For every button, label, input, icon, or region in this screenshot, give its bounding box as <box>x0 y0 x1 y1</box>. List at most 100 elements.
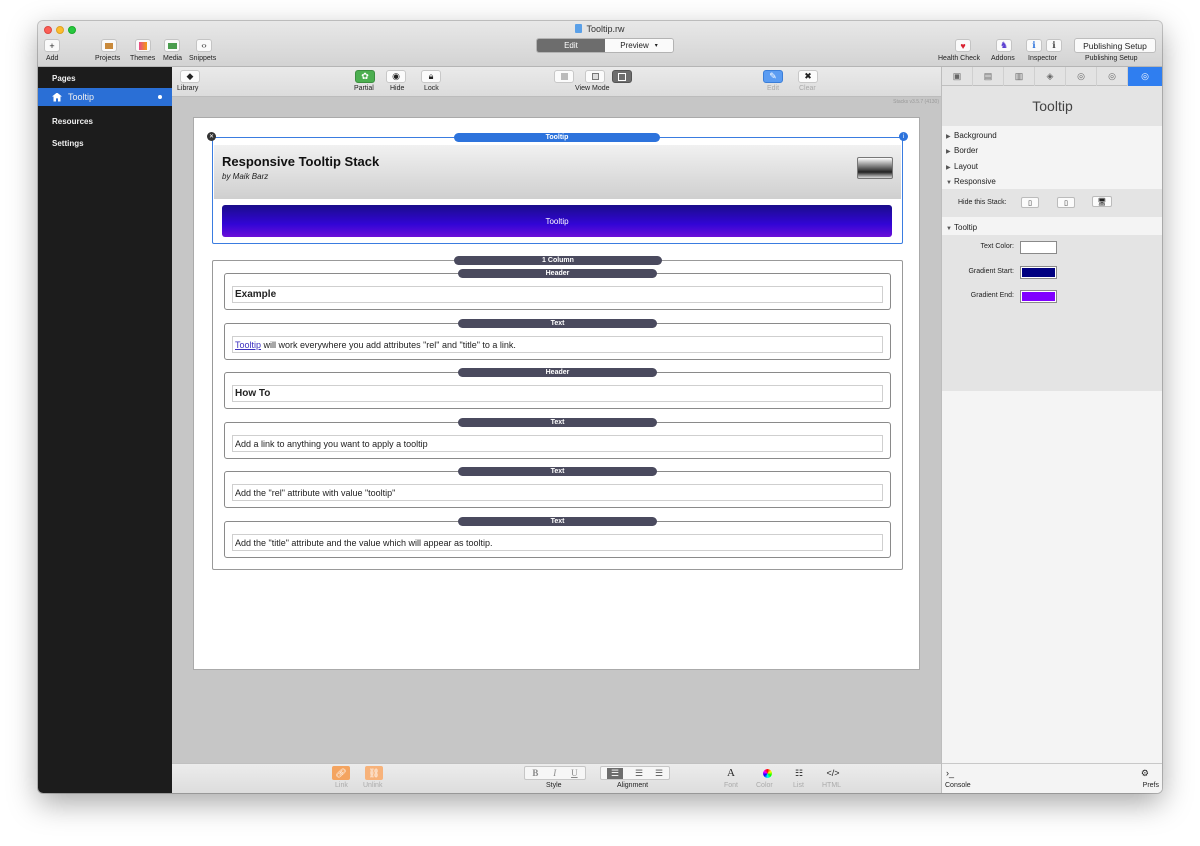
sliders-icon[interactable]: ⚙︎ <box>1141 768 1149 779</box>
link-button[interactable]: 🔗︎ <box>332 766 350 780</box>
tab-stack[interactable]: ◎ <box>1066 67 1097 86</box>
list-icon: ☷ <box>794 767 804 778</box>
app-window: Tooltip.rw + Add Projects Themes Media ‹… <box>38 21 1162 793</box>
header-stack[interactable]: Header Example <box>224 269 891 310</box>
text-stack-tag[interactable]: Text <box>458 467 657 476</box>
tab-page[interactable]: ▣ <box>942 67 973 86</box>
health-check-button[interactable]: ♥ <box>955 39 971 52</box>
prefs-label[interactable]: Prefs <box>1143 782 1159 789</box>
projects-button[interactable] <box>101 39 117 52</box>
stack-tag[interactable]: Tooltip <box>454 133 660 142</box>
column-stack-tag[interactable]: 1 Column <box>454 256 662 265</box>
view-mode-small-button[interactable] <box>554 70 574 83</box>
style-label: Style <box>546 782 562 789</box>
header-stack-tag[interactable]: Header <box>458 368 657 377</box>
view-mode-large-button[interactable] <box>612 70 632 83</box>
sidebar-item-tooltip[interactable]: Tooltip <box>38 88 172 106</box>
console-label[interactable]: Console <box>945 782 971 789</box>
preview-mode-button[interactable]: Preview ▾ <box>605 39 673 52</box>
hide-button[interactable]: ◉ <box>386 70 406 83</box>
text-stack[interactable]: Text Add a link to anything you want to … <box>224 418 891 459</box>
header-text[interactable]: Example <box>232 286 883 303</box>
terminal-icon[interactable]: ›_ <box>946 768 954 778</box>
hide-phone-button[interactable]: ▯ <box>1021 197 1039 208</box>
text-color-swatch[interactable] <box>1020 241 1057 254</box>
lock-button[interactable]: 🔒︎ <box>421 70 441 83</box>
text-stack[interactable]: Text Tooltip will work everywhere you ad… <box>224 319 891 360</box>
media-button[interactable] <box>164 39 180 52</box>
align-right-icon[interactable]: ☰ <box>655 768 663 779</box>
sidebar-header-pages: Pages <box>52 73 76 83</box>
section-responsive[interactable]: ▼ Responsive <box>946 177 996 186</box>
color-button[interactable] <box>759 766 775 780</box>
edit-mode-button[interactable]: Edit <box>537 39 605 52</box>
text-stack-tag[interactable]: Text <box>458 319 657 328</box>
stack-author: by Maik Barz <box>222 172 269 181</box>
partial-button[interactable]: ✿ <box>355 70 375 83</box>
tooltip-preview-button[interactable]: Tooltip <box>222 205 892 237</box>
themes-button[interactable] <box>135 39 151 52</box>
sidebar-item-settings[interactable]: Settings <box>38 134 172 152</box>
edit-stack-button[interactable]: ✎ <box>763 70 783 83</box>
text-stack-tag[interactable]: Text <box>458 418 657 427</box>
text-stack[interactable]: Text Add the "title" attribute and the v… <box>224 517 891 558</box>
text-field[interactable]: Add a link to anything you want to apply… <box>232 435 883 452</box>
delete-stack-icon[interactable]: ✕ <box>207 132 216 141</box>
tab-header[interactable]: ▥ <box>1004 67 1035 86</box>
inspector-button[interactable]: ℹ <box>1046 39 1062 52</box>
gradient-start-swatch[interactable] <box>1020 266 1057 279</box>
italic-icon[interactable]: I <box>553 768 556 778</box>
section-layout[interactable]: ▶ Layout <box>946 162 978 171</box>
sidebar-item-resources[interactable]: Resources <box>38 112 172 130</box>
addons-button[interactable]: ♞ <box>996 39 1012 52</box>
tooltip-link[interactable]: Tooltip <box>235 340 261 350</box>
gradient-end-swatch[interactable] <box>1020 290 1057 303</box>
font-button[interactable]: A <box>723 766 739 780</box>
view-mode-medium-button[interactable] <box>585 70 605 83</box>
info-button[interactable]: ℹ <box>1026 39 1042 52</box>
tab-layout[interactable]: ▤ <box>973 67 1004 86</box>
header-stack-tag[interactable]: Header <box>458 269 657 278</box>
section-tooltip[interactable]: ▼ Tooltip <box>946 223 977 232</box>
header-text[interactable]: How To <box>232 385 883 402</box>
section-border[interactable]: ▶ Border <box>946 146 978 155</box>
inspector-tabs: ▣ ▤ ▥ ◈ ◎ ◎ ◎ <box>942 67 1162 86</box>
tab-custom-settings[interactable]: ◎ <box>1128 67 1162 86</box>
text-stack-tag[interactable]: Text <box>458 517 657 526</box>
add-button[interactable]: + <box>44 39 60 52</box>
lock-icon: 🔒︎ <box>428 71 434 81</box>
version-label: Stacks v3.5.7 (4130) <box>893 99 939 105</box>
bold-icon[interactable]: B <box>532 768 538 778</box>
text-field[interactable]: Tooltip will work everywhere you add att… <box>232 336 883 353</box>
text-field[interactable]: Add the "title" attribute and the value … <box>232 534 883 551</box>
underline-icon[interactable]: U <box>571 768 578 778</box>
library-label: Library <box>177 85 199 92</box>
tooltip-stack[interactable]: ✕ Tooltip i Responsive Tooltip Stack by … <box>207 132 908 244</box>
list-button[interactable]: ☷ <box>791 766 807 780</box>
unlink-button[interactable]: ⛓︎ <box>365 766 383 780</box>
tab-settings[interactable]: ◎ <box>1097 67 1128 86</box>
title-bar: Tooltip.rw + Add Projects Themes Media ‹… <box>38 21 1162 67</box>
align-left-icon[interactable]: ☰ <box>606 767 624 779</box>
gradient-end-label: Gradient End: <box>970 292 1014 299</box>
home-icon <box>52 92 62 102</box>
text-field[interactable]: Add the "rel" attribute with value "tool… <box>232 484 883 501</box>
text-stack[interactable]: Text Add the "rel" attribute with value … <box>224 467 891 508</box>
publishing-setup-button[interactable]: Publishing Setup <box>1074 38 1156 53</box>
align-center-icon[interactable]: ☰ <box>635 768 643 779</box>
hide-tablet-button[interactable]: ▯ <box>1057 197 1075 208</box>
section-background[interactable]: ▶ Background <box>946 131 997 140</box>
media-label: Media <box>163 55 183 62</box>
tab-meta[interactable]: ◈ <box>1035 67 1066 86</box>
font-icon: A <box>727 767 735 779</box>
library-button[interactable]: ◆ <box>180 70 200 83</box>
clear-button[interactable]: ✖ <box>798 70 818 83</box>
column-stack[interactable]: 1 Column Header Example Text Tooltip wil… <box>212 256 903 570</box>
link-icon: 🔗︎ <box>335 767 347 778</box>
snippets-button[interactable]: ‹› <box>196 39 212 52</box>
header-stack[interactable]: Header How To <box>224 368 891 409</box>
html-button[interactable]: </> <box>824 766 842 780</box>
stack-info-icon[interactable]: i <box>899 132 908 141</box>
tag-icon: ◈ <box>1046 71 1054 81</box>
hide-desktop-button[interactable]: 🖥︎ <box>1092 196 1112 207</box>
